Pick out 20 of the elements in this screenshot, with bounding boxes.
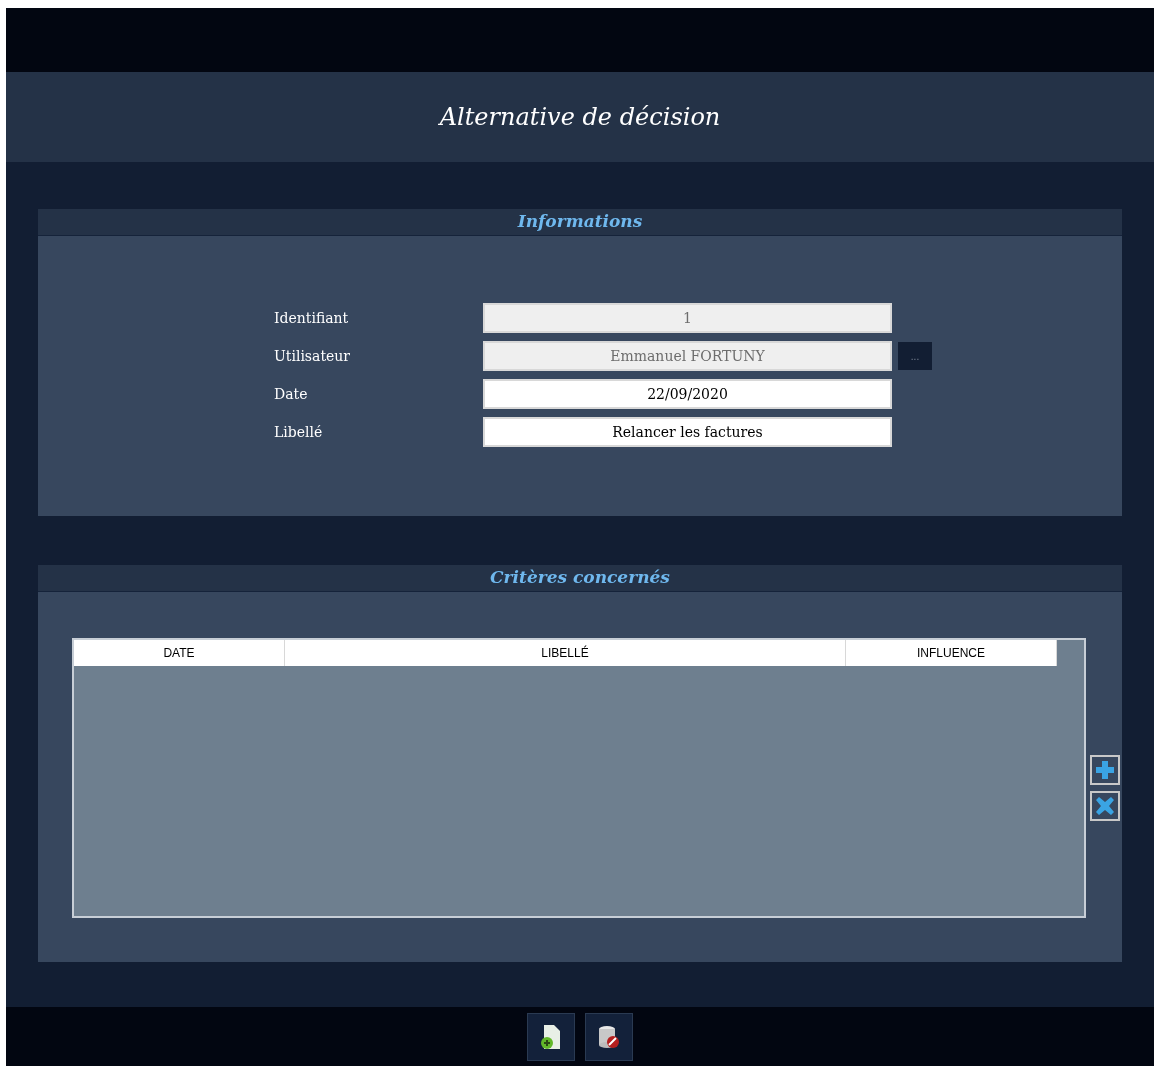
document-add-icon [539,1023,563,1050]
database-delete-icon [597,1023,621,1050]
plus-icon [1095,760,1115,780]
input-field[interactable]: 22/09/2020 [483,379,892,409]
field-label: Utilisateur [274,346,351,366]
field-label: Libellé [274,422,324,442]
column-header[interactable]: INFLUENCE [846,640,1057,666]
input-field[interactable]: Relancer les factures [483,417,892,447]
column-header[interactable]: DATE [74,640,285,666]
new-document-button[interactable] [527,1012,575,1061]
section-title: Informations [517,210,643,234]
delete-database-button[interactable] [585,1012,633,1061]
section-title: Critères concernés [490,566,670,590]
column-header[interactable]: LIBELLÉ [285,640,846,666]
close-icon [1095,796,1115,816]
page-title: Alternative de décision [439,102,721,133]
add-button[interactable] [1090,755,1120,785]
remove-button[interactable] [1090,791,1120,821]
field-label: Date [274,384,309,404]
field-label: Identifiant [274,308,350,328]
